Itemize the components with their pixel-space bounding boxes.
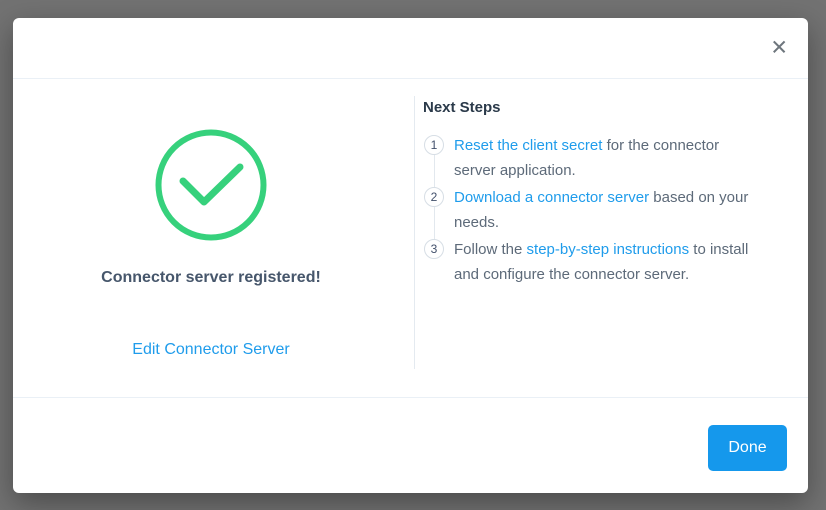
step-number-badge: 1 — [424, 135, 444, 155]
success-panel: Connector server registered! Edit Connec… — [13, 79, 409, 397]
step-text-segment: and configure the connector server. — [454, 266, 690, 283]
step-item: 3 Follow the step-by-step instructions to… — [424, 237, 784, 287]
step-number-badge: 2 — [424, 187, 444, 207]
step-link[interactable]: Reset the client secret — [454, 137, 602, 154]
success-title: Connector server registered! — [101, 269, 321, 286]
step-link[interactable]: Download a connector server — [454, 189, 649, 206]
dialog-footer: Done — [13, 397, 808, 493]
step-item: 1 Reset the client secret for the connect… — [424, 133, 784, 183]
step-number-badge: 3 — [424, 239, 444, 259]
next-steps-heading: Next Steps — [423, 99, 501, 116]
step-text: Download a connector server based on you… — [454, 185, 784, 235]
steps-list: 1 Reset the client secret for the connect… — [424, 133, 784, 287]
done-button[interactable]: Done — [708, 425, 787, 471]
step-text-segment: for the connector — [602, 137, 720, 154]
vertical-divider — [414, 96, 415, 369]
step-text-segment: based on your — [649, 189, 749, 206]
close-icon[interactable]: ✕ — [770, 38, 788, 59]
step-link[interactable]: step-by-step instructions — [527, 241, 690, 258]
step-text-segment: Follow the — [454, 241, 527, 258]
edit-connector-server-link[interactable]: Edit Connector Server — [132, 341, 289, 359]
dialog-header: ✕ — [13, 18, 808, 79]
connector-registered-dialog: ✕ Connector server registered! Edit Conn… — [13, 18, 808, 493]
step-text-segment: needs. — [454, 214, 500, 231]
success-checkmark-icon — [155, 129, 267, 241]
next-steps-panel: Next Steps 1 Reset the client secret for … — [409, 79, 808, 397]
step-item: 2 Download a connector server based on yo… — [424, 185, 784, 235]
step-text: Reset the client secret for the connecto… — [454, 133, 784, 183]
step-text-segment: server application. — [454, 162, 576, 179]
step-text-segment: to install — [689, 241, 749, 258]
step-text: Follow the step-by-step instructions to … — [454, 237, 784, 287]
dialog-body: Connector server registered! Edit Connec… — [13, 79, 808, 397]
